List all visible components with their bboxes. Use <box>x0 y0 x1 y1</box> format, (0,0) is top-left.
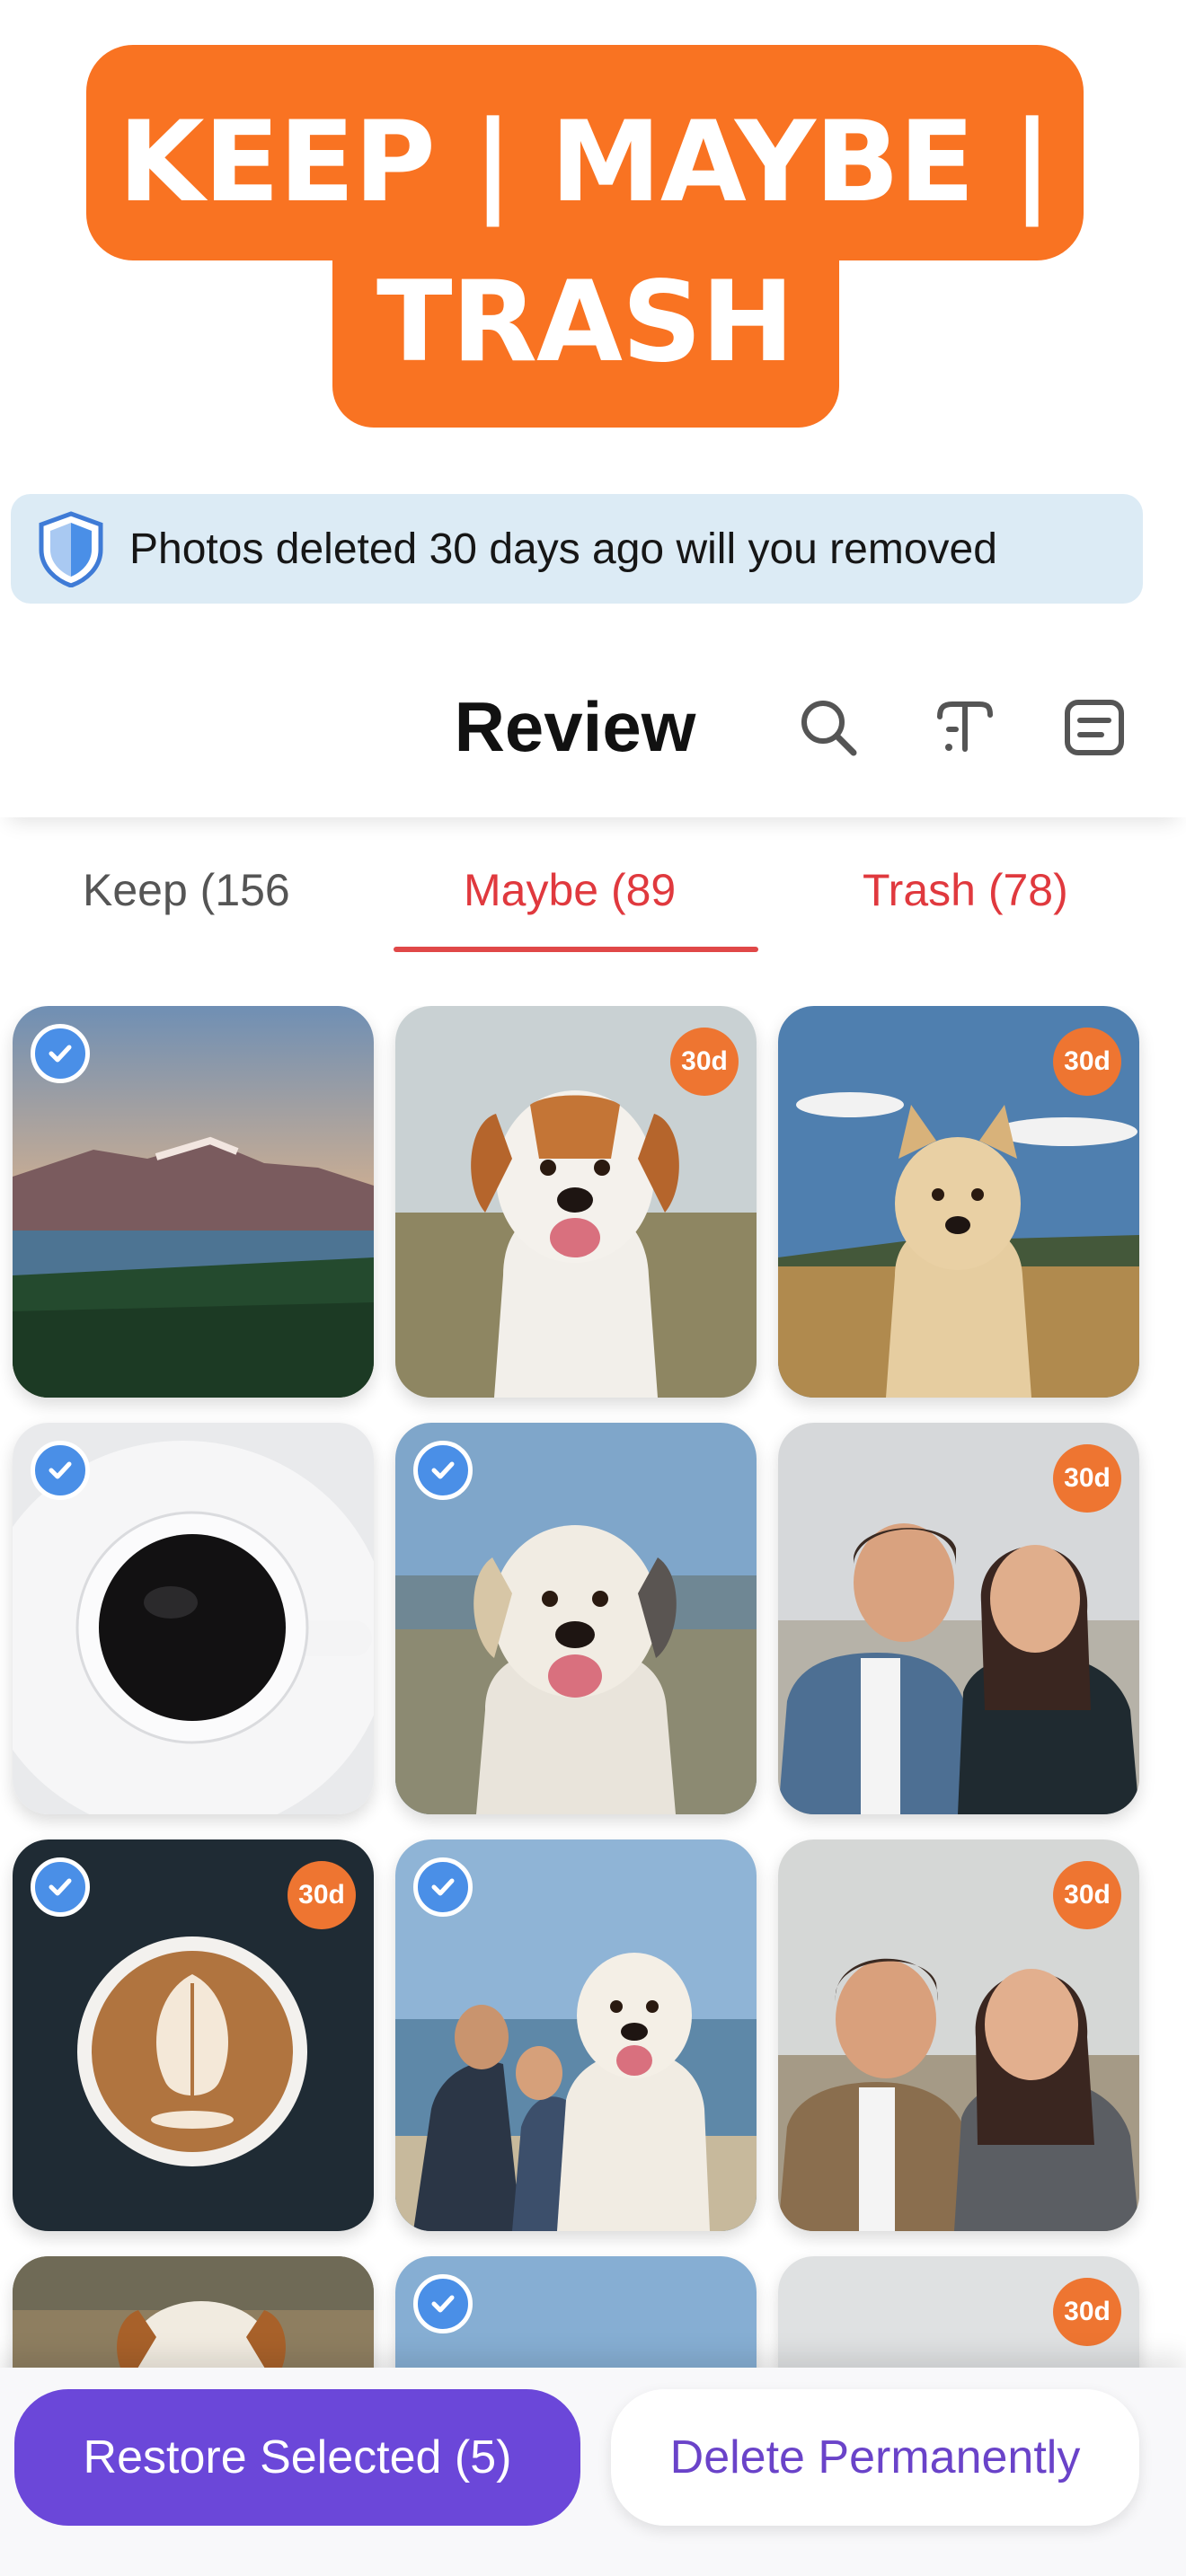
review-header: Review <box>0 629 1186 817</box>
photo-tile-friends-dog-beach[interactable] <box>395 1839 757 2231</box>
promo-headline: KEEP | MAYBE | TRASH <box>86 83 1084 402</box>
page-title: Review <box>454 687 696 766</box>
days-remaining-badge: 30d <box>1053 1861 1121 1929</box>
photo-tile-dog-peeking[interactable] <box>13 2256 374 2371</box>
photo-tile-couple-smiling[interactable]: 30d <box>778 1839 1139 2231</box>
active-tab-indicator <box>394 947 758 952</box>
filter-list-icon[interactable] <box>1060 693 1128 762</box>
text-format-icon[interactable] <box>931 693 999 762</box>
promo-headline-line1: KEEP | MAYBE | <box>118 98 1053 227</box>
days-remaining-badge: 30d <box>1053 1028 1121 1096</box>
deletion-notice-banner: Photos deleted 30 days ago will you remo… <box>11 494 1143 604</box>
photo-tile-dog-beach[interactable] <box>395 1423 757 1814</box>
days-remaining-badge: 30d <box>670 1028 739 1096</box>
photo-tile-dog-smiling[interactable]: 30d <box>395 1006 757 1398</box>
dog-peeking-photo <box>13 2256 374 2371</box>
photo-tile-sky[interactable] <box>395 2256 757 2371</box>
photo-tile-couple-beach[interactable]: 30d <box>778 1423 1139 1814</box>
selected-check-icon[interactable] <box>413 1441 473 1500</box>
days-remaining-badge: 30d <box>1053 2278 1121 2346</box>
restore-selected-button[interactable]: Restore Selected (5) <box>14 2389 580 2526</box>
search-icon[interactable] <box>794 693 863 762</box>
selected-check-icon[interactable] <box>413 2274 473 2333</box>
selected-check-icon[interactable] <box>31 1441 90 1500</box>
selected-check-icon[interactable] <box>31 1024 90 1083</box>
photo-tile-latte-art[interactable]: 30d <box>13 1839 374 2231</box>
days-remaining-badge: 30d <box>1053 1444 1121 1513</box>
tab-trash[interactable]: Trash (78) <box>863 864 1068 916</box>
photo-tile-dog-field[interactable]: 30d <box>778 1006 1139 1398</box>
days-remaining-badge: 30d <box>288 1861 356 1929</box>
photo-tile-mountain-lake[interactable] <box>13 1006 374 1398</box>
selected-check-icon[interactable] <box>413 1857 473 1917</box>
deletion-notice-text: Photos deleted 30 days ago will you remo… <box>129 525 997 573</box>
photo-tile-person-partial[interactable]: 30d <box>778 2256 1139 2371</box>
shield-icon <box>36 510 106 588</box>
selected-check-icon[interactable] <box>31 1857 90 1917</box>
tab-maybe[interactable]: Maybe (89 <box>464 864 676 916</box>
tab-keep[interactable]: Keep (156 <box>83 864 290 916</box>
photo-grid: 30d 30d 30d 30d 30d 30d <box>0 1006 1186 2371</box>
category-tabs: Keep (156 Maybe (89 Trash (78) <box>0 844 1186 952</box>
photo-tile-coffee-cup[interactable] <box>13 1423 374 1814</box>
promo-headline-line2: TRASH <box>376 258 794 387</box>
bottom-action-bar: Restore Selected (5) Delete Permanently <box>0 2368 1186 2576</box>
delete-permanently-button[interactable]: Delete Permanently <box>611 2389 1139 2526</box>
promo-banner: KEEP | MAYBE | TRASH <box>0 0 1186 467</box>
